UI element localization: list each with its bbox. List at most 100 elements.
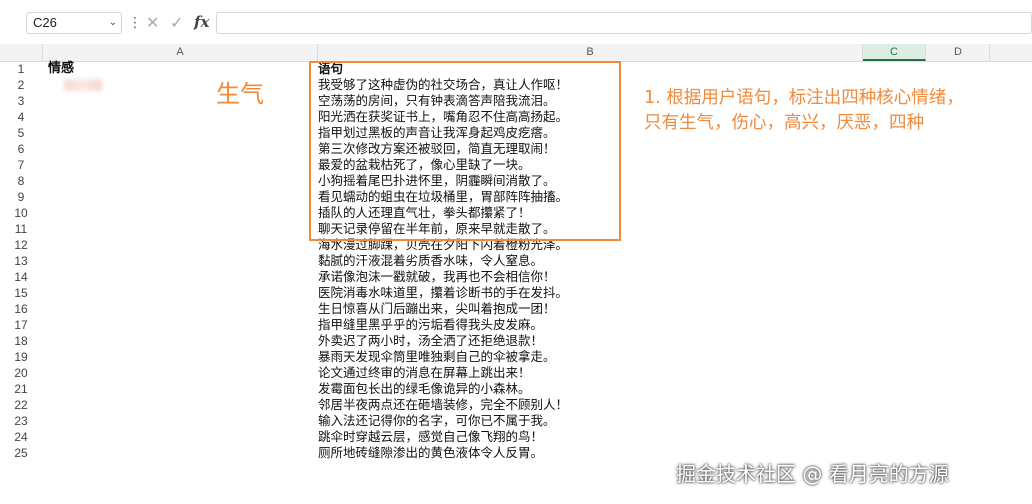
cell-sentence[interactable]: 第三次修改方案还被驳回，简直无理取闹！ — [318, 141, 858, 157]
row-number[interactable]: 4 — [0, 109, 42, 125]
row-number[interactable]: 24 — [0, 429, 42, 445]
cell-emotion[interactable] — [48, 237, 308, 253]
table-row: 23 输入法还记得你的名字，可你已不属于我。 — [0, 413, 1032, 429]
chevron-down-icon[interactable]: ⌄ — [109, 13, 117, 33]
row-number[interactable]: 23 — [0, 413, 42, 429]
cell-emotion[interactable] — [48, 365, 308, 381]
instruction-note: 1. 根据用户语句，标注出四种核心情绪， 只有生气，伤心，高兴，厌恶，四种 — [644, 86, 1024, 136]
row-number[interactable]: 15 — [0, 285, 42, 301]
cell-sentence[interactable]: 跳伞时穿越云层，感觉自己像飞翔的鸟！ — [318, 429, 858, 445]
cell-emotion[interactable] — [48, 157, 308, 173]
row-number[interactable]: 17 — [0, 317, 42, 333]
cell-emotion[interactable] — [48, 189, 308, 205]
cell-emotion[interactable] — [48, 221, 308, 237]
cell-sentence[interactable]: 生日惊喜从门后蹦出来，尖叫着抱成一团！ — [318, 301, 858, 317]
row-number[interactable]: 9 — [0, 189, 42, 205]
row-number[interactable]: 11 — [0, 221, 42, 237]
cell-emotion[interactable] — [48, 205, 308, 221]
table-row: 20 论文通过终审的消息在屏幕上跳出来！ — [0, 365, 1032, 381]
cell-emotion[interactable] — [48, 429, 308, 445]
column-header-c[interactable]: C — [863, 44, 926, 61]
cell-sentence[interactable]: 承诺像泡沫一戳就破，我再也不会相信你！ — [318, 269, 858, 285]
row-number[interactable]: 12 — [0, 237, 42, 253]
cell-emotion[interactable] — [48, 349, 308, 365]
select-all-corner[interactable] — [0, 44, 43, 61]
cell-sentence[interactable]: 发霉面包长出的绿毛像诡异的小森林。 — [318, 381, 858, 397]
formula-bar: C26 ⌄ ⋮ ✕ ✓ fx — [0, 0, 1032, 38]
cell-emotion[interactable] — [48, 445, 308, 461]
row-number[interactable]: 6 — [0, 141, 42, 157]
table-row: 9 看见蠕动的蛆虫在垃圾桶里，胃部阵阵抽搐。 — [0, 189, 1032, 205]
row-number[interactable]: 2 — [0, 77, 42, 93]
row-number[interactable]: 3 — [0, 93, 42, 109]
row-number[interactable]: 1 — [0, 61, 42, 77]
row-number[interactable]: 5 — [0, 125, 42, 141]
cell-sentence[interactable]: 邻居半夜两点还在砸墙装修，完全不顾别人！ — [318, 397, 858, 413]
row-number[interactable]: 7 — [0, 157, 42, 173]
row-number[interactable]: 19 — [0, 349, 42, 365]
row-number[interactable]: 8 — [0, 173, 42, 189]
cell-sentence[interactable]: 黏腻的汗液混着劣质香水味，令人窒息。 — [318, 253, 858, 269]
cell-emotion[interactable] — [48, 301, 308, 317]
row-number[interactable]: 18 — [0, 333, 42, 349]
cell-emotion[interactable] — [48, 381, 308, 397]
table-row: 1 情感 语句 — [0, 61, 1032, 77]
cell-sentence[interactable]: 医院消毒水味道里，攥着诊断书的手在发抖。 — [318, 285, 858, 301]
cell-emotion[interactable] — [48, 125, 308, 141]
cell-sentence[interactable]: 海水漫过脚踝，贝壳在夕阳下闪着橙粉光泽。 — [318, 237, 858, 253]
row-number[interactable]: 22 — [0, 397, 42, 413]
cell-sentence[interactable]: 输入法还记得你的名字，可你已不属于我。 — [318, 413, 858, 429]
cell-emotion[interactable] — [48, 141, 308, 157]
cell-sentence[interactable]: 外卖迟了两小时，汤全洒了还拒绝退款！ — [318, 333, 858, 349]
row-number[interactable]: 20 — [0, 365, 42, 381]
table-row: 18 外卖迟了两小时，汤全洒了还拒绝退款！ — [0, 333, 1032, 349]
table-row: 21 发霉面包长出的绿毛像诡异的小森林。 — [0, 381, 1032, 397]
column-header-row: A B C D — [0, 44, 1032, 62]
table-row: 22 邻居半夜两点还在砸墙装修，完全不顾别人！ — [0, 397, 1032, 413]
table-row: 13 黏腻的汗液混着劣质香水味，令人窒息。 — [0, 253, 1032, 269]
table-row: 19 暴雨天发现伞筒里唯独剩自己的伞被拿走。 — [0, 349, 1032, 365]
table-row: 15 医院消毒水味道里，攥着诊断书的手在发抖。 — [0, 285, 1032, 301]
cell-sentence[interactable]: 聊天记录停留在半年前，原来早就走散了。 — [318, 221, 858, 237]
cell-emotion[interactable] — [48, 317, 308, 333]
formula-input[interactable] — [216, 12, 1032, 34]
cell-emotion[interactable] — [48, 285, 308, 301]
row-number[interactable]: 25 — [0, 445, 42, 461]
column-header-a[interactable]: A — [43, 44, 318, 61]
cell-sentence[interactable]: 小狗摇着尾巴扑进怀里，阴霾瞬间消散了。 — [318, 173, 858, 189]
instruction-line-1: 1. 根据用户语句，标注出四种核心情绪， — [644, 88, 964, 108]
redacted-content — [64, 79, 102, 91]
row-number[interactable]: 14 — [0, 269, 42, 285]
cell-sentence[interactable]: 暴雨天发现伞筒里唯独剩自己的伞被拿走。 — [318, 349, 858, 365]
cell-sentence[interactable]: 最爱的盆栽枯死了，像心里缺了一块。 — [318, 157, 858, 173]
cell-emotion[interactable] — [48, 173, 308, 189]
instruction-line-2: 只有生气，伤心，高兴，厌恶，四种 — [644, 113, 924, 133]
cell-emotion[interactable] — [48, 413, 308, 429]
cell-emotion[interactable] — [48, 269, 308, 285]
confirm-icon[interactable]: ✓ — [170, 12, 183, 34]
cell-sentence[interactable]: 论文通过终审的消息在屏幕上跳出来！ — [318, 365, 858, 381]
cell-sentence[interactable]: 看见蠕动的蛆虫在垃圾桶里，胃部阵阵抽搐。 — [318, 189, 858, 205]
cell-emotion[interactable] — [48, 333, 308, 349]
cell-sentence[interactable]: 指甲缝里黑乎乎的污垢看得我头皮发麻。 — [318, 317, 858, 333]
table-row: 24 跳伞时穿越云层，感觉自己像飞翔的鸟！ — [0, 429, 1032, 445]
cell-sentence[interactable]: 语句 — [318, 61, 858, 77]
cancel-icon[interactable]: ✕ — [146, 12, 159, 34]
cell-emotion[interactable] — [48, 253, 308, 269]
table-row: 12 海水漫过脚踝，贝壳在夕阳下闪着橙粉光泽。 — [0, 237, 1032, 253]
column-header-d[interactable]: D — [927, 44, 990, 61]
cell-emotion[interactable] — [48, 93, 308, 109]
cell-emotion[interactable] — [48, 109, 308, 125]
insert-function-icon[interactable]: fx — [194, 11, 209, 33]
row-number[interactable]: 16 — [0, 301, 42, 317]
column-header-b[interactable]: B — [318, 44, 863, 61]
row-number[interactable]: 13 — [0, 253, 42, 269]
table-row: 11 聊天记录停留在半年前，原来早就走散了。 — [0, 221, 1032, 237]
more-options-icon[interactable]: ⋮ — [128, 12, 142, 34]
cell-emotion[interactable] — [48, 397, 308, 413]
cell-sentence[interactable]: 插队的人还理直气壮，拳头都攥紧了！ — [318, 205, 858, 221]
cell-emotion[interactable]: 情感 — [48, 61, 308, 77]
row-number[interactable]: 21 — [0, 381, 42, 397]
name-box[interactable]: C26 ⌄ — [26, 12, 122, 34]
row-number[interactable]: 10 — [0, 205, 42, 221]
